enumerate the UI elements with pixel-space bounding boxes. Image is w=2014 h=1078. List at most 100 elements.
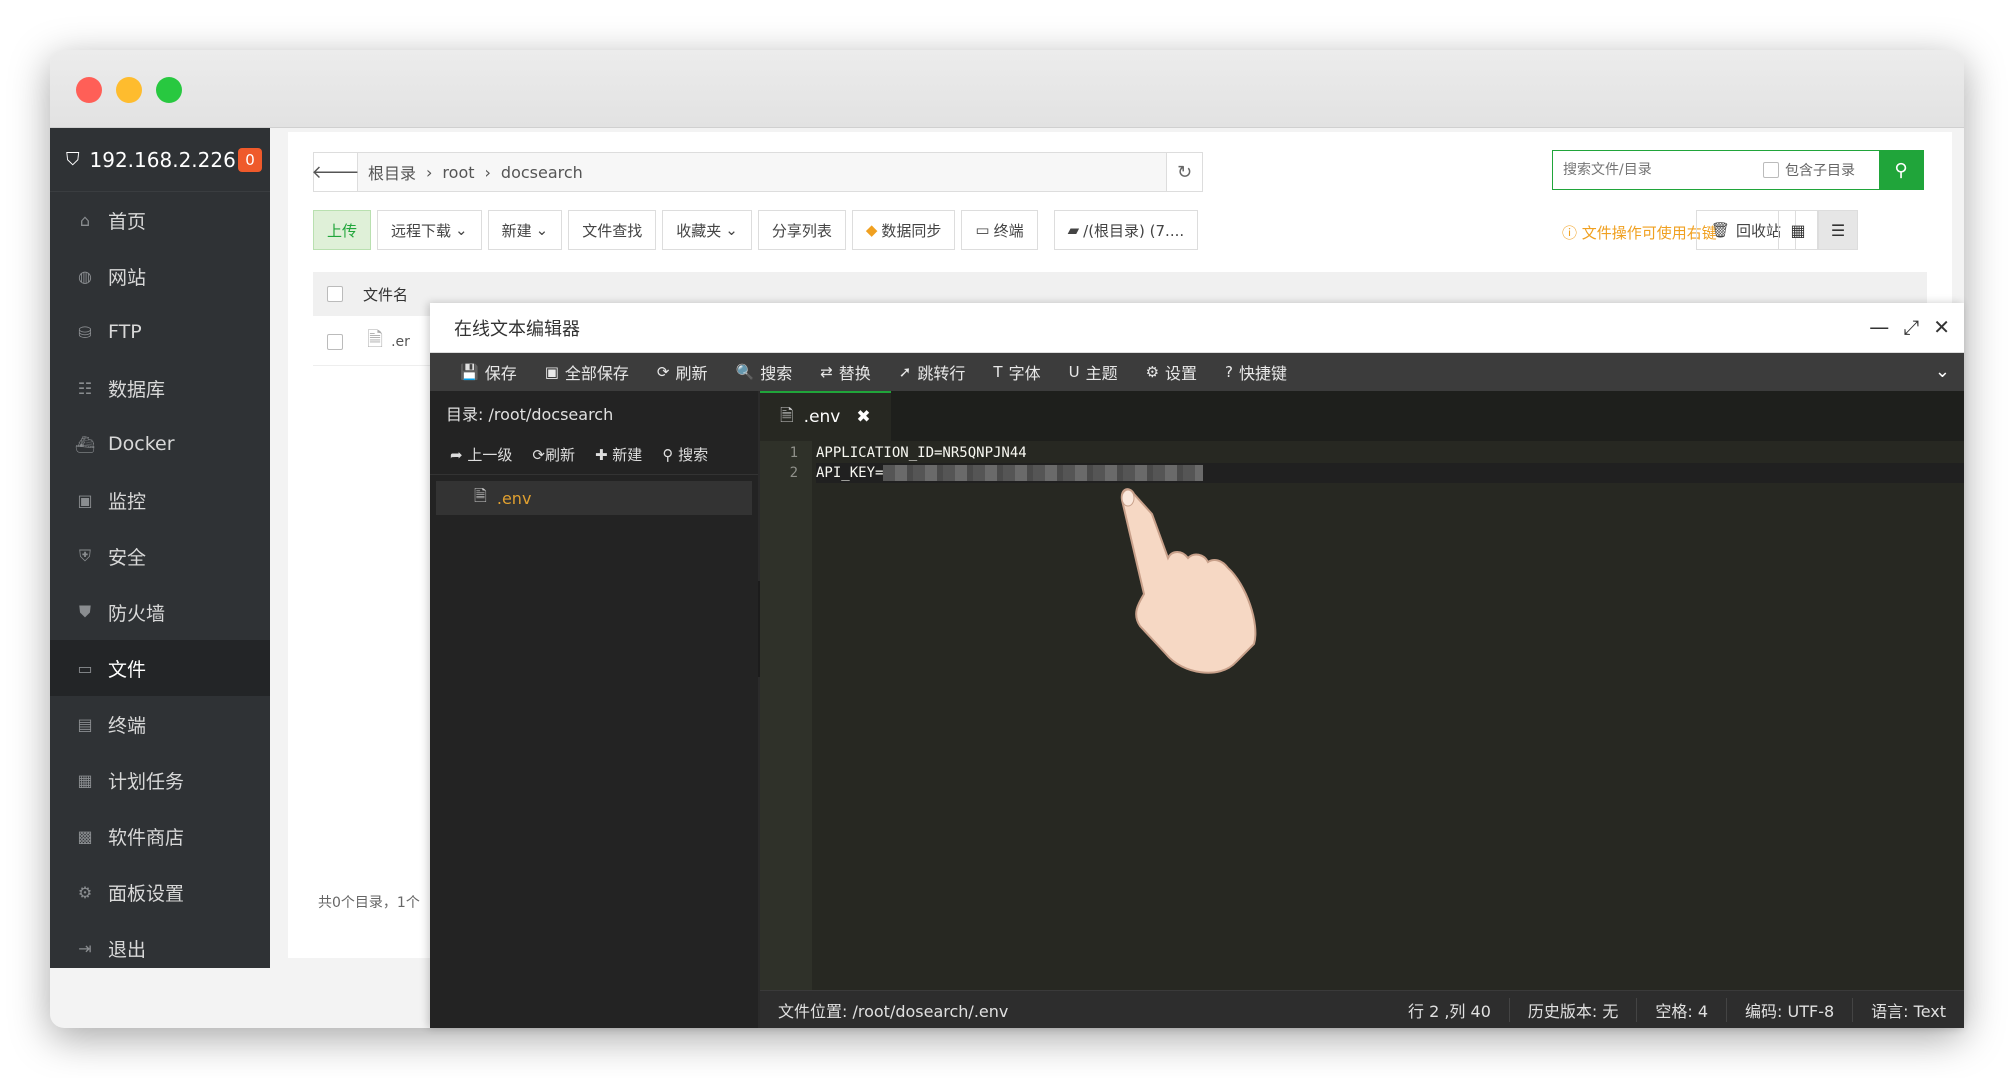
tree-refresh-button[interactable]: ⟳刷新 xyxy=(532,444,575,465)
crumb-root-dir[interactable]: root xyxy=(442,163,474,182)
sidebar-item-9[interactable]: ▤ 终端 xyxy=(50,696,270,752)
refresh-icon: ↻ xyxy=(1176,161,1193,183)
editor-tool-6[interactable]: T 字体 xyxy=(979,353,1054,391)
sidebar-item-13[interactable]: ⇥ 退出 xyxy=(50,920,270,976)
calendar-icon: ▦ xyxy=(77,770,93,790)
sidebar-item-3[interactable]: ☷ 数据库 xyxy=(50,360,270,416)
list-view-button[interactable]: ☰ xyxy=(1818,210,1858,250)
docker-icon: ⛴ xyxy=(74,434,96,454)
editor-tool-4[interactable]: ⇄ 替换 xyxy=(806,353,885,391)
status-cursor[interactable]: 行 2 ,列 40 xyxy=(1390,998,1509,1022)
editor-tool-2[interactable]: ⟳ 刷新 xyxy=(643,353,722,391)
editor-title: 在线文本编辑器 xyxy=(454,318,580,340)
subdir-checkbox[interactable] xyxy=(1763,162,1779,178)
upload-button[interactable]: 上传 xyxy=(313,210,372,250)
sidebar-item-12[interactable]: ⚙ 面板设置 xyxy=(50,864,270,920)
sidebar-item-8[interactable]: ▭ 文件 xyxy=(50,640,270,696)
crumb-root[interactable]: 根目录 xyxy=(368,160,416,184)
recycle-label: 回收站 xyxy=(1736,221,1782,240)
select-all-checkbox[interactable] xyxy=(327,286,343,302)
file-find-button[interactable]: 文件查找 xyxy=(568,210,657,250)
file-icon: 🗎 xyxy=(367,326,384,351)
sidebar: ⛉ 192.168.2.226 0 ⌂ 首页 ◍ 网站 ⛁ FTP ☷ 数据库 ⛴ Docker ▣… xyxy=(50,128,270,968)
editor-tool-9[interactable]: ? 快捷键 xyxy=(1211,353,1301,391)
table-footer: 共0个目录，1个 xyxy=(318,895,420,911)
tool-label: 搜索 xyxy=(760,364,793,383)
sidebar-item-label: 软件商店 xyxy=(108,826,185,849)
status-encoding[interactable]: 编码: UTF-8 xyxy=(1726,997,1852,1022)
file-tree: 目录: /root/docsearch ➦ 上一级 ⟳刷新 ✚ 新建 ⚲ 搜索 … xyxy=(430,391,758,1028)
crumb-docsearch[interactable]: docsearch xyxy=(501,163,583,182)
sidebar-item-5[interactable]: ▣ 监控 xyxy=(50,472,270,528)
tool-label: 主题 xyxy=(1085,364,1118,383)
editor-tool-5[interactable]: ➚ 跳转行 xyxy=(885,353,980,391)
minimize-icon[interactable]: — xyxy=(1869,315,1889,339)
sidebar-item-1[interactable]: ◍ 网站 xyxy=(50,248,270,304)
maximize-icon[interactable]: ⤢ xyxy=(1903,315,1919,339)
sidebar-item-label: 首页 xyxy=(108,210,147,233)
minimize-window-button[interactable] xyxy=(116,77,142,103)
sidebar-item-4[interactable]: ⛴ Docker xyxy=(50,416,270,472)
code-line[interactable]: API_KEY= xyxy=(816,463,1964,483)
disk-button[interactable]: ▰/(根目录) (7.... xyxy=(1053,210,1199,250)
close-icon[interactable]: ✕ xyxy=(1933,315,1950,339)
editor-tool-1[interactable]: ▣ 全部保存 xyxy=(531,353,643,391)
search-icon: ⚲ xyxy=(1894,159,1908,181)
subdir-toggle[interactable]: 包含子目录 xyxy=(1763,160,1855,180)
code-lines[interactable]: APPLICATION_ID=NR5QNPJN44 API_KEY= xyxy=(816,441,1964,483)
sidebar-item-label: 数据库 xyxy=(108,378,166,401)
row-filename[interactable]: .er xyxy=(391,334,410,350)
sidebar-item-label: 文件 xyxy=(108,658,147,681)
tree-search-button[interactable]: ⚲ 搜索 xyxy=(662,444,708,465)
editor-tool-0[interactable]: 💾 保存 xyxy=(446,353,531,391)
col-filename[interactable]: 文件名 xyxy=(363,284,408,305)
settings-icon: ⚙ xyxy=(77,882,93,902)
close-tab-icon[interactable]: ✖ xyxy=(856,407,870,427)
row-checkbox[interactable] xyxy=(327,333,343,350)
disk-icon: ▰ xyxy=(1067,221,1080,239)
home-icon: ⌂ xyxy=(79,210,91,230)
tool-icon: ▣ xyxy=(544,363,559,381)
tool-icon: ? xyxy=(1225,363,1234,381)
code-line[interactable]: APPLICATION_ID=NR5QNPJN44 xyxy=(816,443,1964,463)
maximize-window-button[interactable] xyxy=(156,77,182,103)
favorites-button[interactable]: 收藏夹 ⌄ xyxy=(662,210,752,250)
grid-view-button[interactable]: ▦ xyxy=(1778,210,1818,250)
terminal-icon: ▭ xyxy=(975,221,990,239)
sidebar-item-10[interactable]: ▦ 计划任务 xyxy=(50,752,270,808)
terminal-button[interactable]: ▭ 终端 xyxy=(961,210,1038,250)
data-sync-button[interactable]: ◆ 数据同步 xyxy=(851,210,956,250)
editor-status-bar: 文件位置: /root/dosearch/.env 行 2 ,列 40 历史版本… xyxy=(760,990,1964,1028)
back-button[interactable]: 🡐 xyxy=(311,153,360,191)
status-spaces[interactable]: 空格: 4 xyxy=(1636,997,1726,1022)
shield-icon: ⛨ xyxy=(78,546,91,565)
sidebar-item-0[interactable]: ⌂ 首页 xyxy=(50,192,270,248)
close-window-button[interactable] xyxy=(76,77,102,103)
chevron-down-icon[interactable]: ⌄ xyxy=(1935,361,1950,382)
editor-tool-3[interactable]: 🔍 搜索 xyxy=(722,353,807,391)
tree-new-button[interactable]: ✚ 新建 xyxy=(595,444,642,465)
search-button[interactable]: ⚲ xyxy=(1879,151,1923,189)
new-label: 新建 xyxy=(501,221,532,240)
editor-tab[interactable]: 🗎 .env ✖ xyxy=(760,391,891,441)
refresh-path-button[interactable]: ↻ xyxy=(1166,153,1202,191)
editor-tool-8[interactable]: ⚙ 设置 xyxy=(1132,353,1211,391)
sidebar-header: ⛉ 192.168.2.226 0 xyxy=(50,128,270,192)
new-button[interactable]: 新建 ⌄ xyxy=(487,210,563,250)
sidebar-item-7[interactable]: ⛊ 防火墙 xyxy=(50,584,270,640)
search-input[interactable] xyxy=(1553,152,1753,188)
sidebar-item-6[interactable]: ⛨ 安全 xyxy=(50,528,270,584)
file-icon: 🗎 xyxy=(474,485,487,505)
sidebar-item-11[interactable]: ▩ 软件商店 xyxy=(50,808,270,864)
tree-file-item[interactable]: 🗎 .env xyxy=(436,481,752,515)
editor-tool-7[interactable]: U 主题 xyxy=(1055,353,1132,391)
share-list-button[interactable]: 分享列表 xyxy=(757,210,846,250)
remote-download-button[interactable]: 远程下载 ⌄ xyxy=(377,210,482,250)
sidebar-item-2[interactable]: ⛁ FTP xyxy=(50,304,270,360)
diamond-icon: ◆ xyxy=(865,221,878,239)
status-language[interactable]: 语言: Text xyxy=(1852,997,1964,1022)
list-icon: ☰ xyxy=(1830,220,1846,240)
alert-badge[interactable]: 0 xyxy=(238,148,262,172)
status-history[interactable]: 历史版本: 无 xyxy=(1508,997,1636,1022)
tree-up-button[interactable]: ➦ 上一级 xyxy=(450,444,512,465)
